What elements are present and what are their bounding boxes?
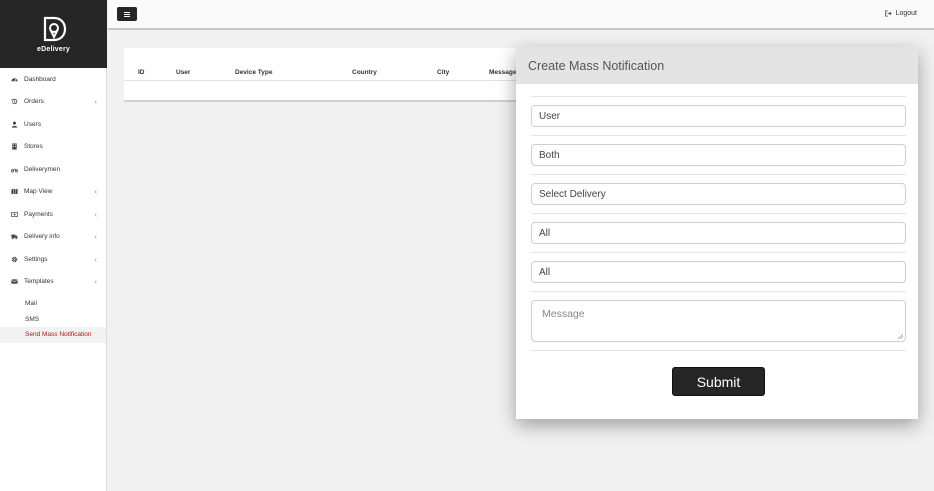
sidebar-subitem-mail[interactable]: Mail bbox=[0, 296, 106, 312]
menu-toggle-button[interactable] bbox=[117, 7, 137, 21]
envelope-icon bbox=[11, 278, 21, 285]
divider bbox=[531, 291, 906, 292]
sign-out-icon bbox=[884, 10, 892, 17]
sidebar-item-label: Orders bbox=[24, 98, 44, 106]
divider bbox=[531, 252, 906, 253]
select-value: User bbox=[539, 110, 561, 122]
select-value: All bbox=[539, 266, 551, 278]
delivery-select[interactable]: Select Delivery bbox=[531, 183, 906, 205]
submit-container: Submit bbox=[531, 367, 906, 396]
history-icon bbox=[11, 98, 21, 105]
money-icon bbox=[11, 211, 21, 218]
sidebar-item-label: Map View bbox=[24, 188, 53, 196]
chevron-left-icon: ‹ bbox=[94, 97, 97, 107]
notifications-table: ID User Device Type Country City Message bbox=[124, 48, 518, 102]
chevron-left-icon: ‹ bbox=[94, 209, 97, 219]
sidebar-item-label: Settings bbox=[24, 255, 48, 263]
column-header-device-type[interactable]: Device Type bbox=[235, 69, 272, 76]
device-type-select[interactable]: Both bbox=[531, 144, 906, 166]
sidebar-item-stores[interactable]: Stores bbox=[0, 136, 106, 159]
divider bbox=[531, 135, 906, 136]
building-icon bbox=[11, 143, 21, 150]
sidebar-item-label: Templates bbox=[24, 278, 54, 286]
hamburger-icon bbox=[124, 11, 130, 17]
sidebar-item-payments[interactable]: Payments ‹ bbox=[0, 203, 106, 226]
top-header: Logout bbox=[108, 0, 934, 30]
column-header-message[interactable]: Message bbox=[489, 69, 516, 76]
sidebar-item-label: Payments bbox=[24, 210, 53, 218]
sidebar-item-deliverymen[interactable]: Deliverymen bbox=[0, 158, 106, 181]
column-header-country[interactable]: Country bbox=[352, 69, 377, 76]
divider bbox=[531, 96, 906, 97]
table-header-row: ID User Device Type Country City Message bbox=[124, 69, 518, 81]
sidebar-item-map-view[interactable]: Map View ‹ bbox=[0, 181, 106, 204]
select-value: Select Delivery bbox=[539, 188, 606, 200]
column-header-user[interactable]: User bbox=[176, 69, 190, 76]
logo-icon bbox=[43, 16, 66, 41]
mass-notification-modal: Create Mass Notification User Both Selec… bbox=[516, 47, 918, 419]
chevron-left-icon: ‹ bbox=[94, 187, 97, 197]
brand-name: eDelivery bbox=[37, 45, 70, 53]
sidebar-item-users[interactable]: Users bbox=[0, 113, 106, 136]
logout-label: Logout bbox=[895, 10, 917, 17]
sidebar: eDelivery Dashboard Orders ‹ Users Store… bbox=[0, 0, 107, 491]
logout-link[interactable]: Logout bbox=[884, 10, 917, 17]
sidebar-item-label: Stores bbox=[24, 143, 43, 151]
sidebar-item-dashboard[interactable]: Dashboard bbox=[0, 68, 106, 91]
motorcycle-icon bbox=[11, 166, 21, 173]
divider bbox=[531, 213, 906, 214]
map-icon bbox=[11, 188, 21, 195]
select-value: All bbox=[539, 227, 551, 239]
sidebar-item-label: Delivery info bbox=[24, 233, 60, 241]
divider bbox=[531, 350, 906, 351]
column-header-city[interactable]: City bbox=[437, 69, 449, 76]
sidebar-item-templates[interactable]: Templates ‹ bbox=[0, 271, 106, 294]
modal-title: Create Mass Notification bbox=[528, 58, 665, 73]
country-select[interactable]: All bbox=[531, 222, 906, 244]
chevron-left-icon: ‹ bbox=[94, 277, 97, 287]
sidebar-nav: Dashboard Orders ‹ Users Stores Delivery… bbox=[0, 68, 106, 293]
sidebar-subitem-send-mass-notification[interactable]: Send Mass Notification bbox=[0, 327, 106, 343]
sidebar-item-settings[interactable]: Settings ‹ bbox=[0, 248, 106, 271]
dashboard-icon bbox=[11, 76, 21, 83]
sidebar-item-orders[interactable]: Orders ‹ bbox=[0, 91, 106, 114]
city-select[interactable]: All bbox=[531, 261, 906, 283]
truck-icon bbox=[11, 233, 21, 240]
modal-header: Create Mass Notification bbox=[516, 47, 918, 84]
chevron-left-icon: ‹ bbox=[94, 232, 97, 242]
resize-handle-icon[interactable] bbox=[897, 333, 903, 339]
column-header-id[interactable]: ID bbox=[138, 69, 145, 76]
sidebar-item-label: Deliverymen bbox=[24, 165, 61, 173]
user-icon bbox=[11, 121, 21, 128]
message-textarea[interactable]: Message bbox=[531, 300, 906, 342]
chevron-left-icon: ‹ bbox=[94, 254, 97, 264]
modal-body: User Both Select Delivery All All Messag… bbox=[516, 84, 918, 396]
message-placeholder: Message bbox=[542, 308, 585, 320]
submit-button[interactable]: Submit bbox=[672, 367, 765, 396]
brand-logo[interactable]: eDelivery bbox=[0, 0, 107, 68]
sidebar-item-label: Dashboard bbox=[24, 75, 56, 83]
sidebar-item-label: Users bbox=[24, 120, 41, 128]
sidebar-subitem-sms[interactable]: SMS bbox=[0, 312, 106, 328]
divider bbox=[531, 174, 906, 175]
sidebar-item-delivery-info[interactable]: Delivery info ‹ bbox=[0, 226, 106, 249]
select-value: Both bbox=[539, 149, 560, 161]
templates-submenu: Mail SMS Send Mass Notification bbox=[0, 296, 106, 343]
gear-icon bbox=[11, 256, 21, 263]
user-type-select[interactable]: User bbox=[531, 105, 906, 127]
